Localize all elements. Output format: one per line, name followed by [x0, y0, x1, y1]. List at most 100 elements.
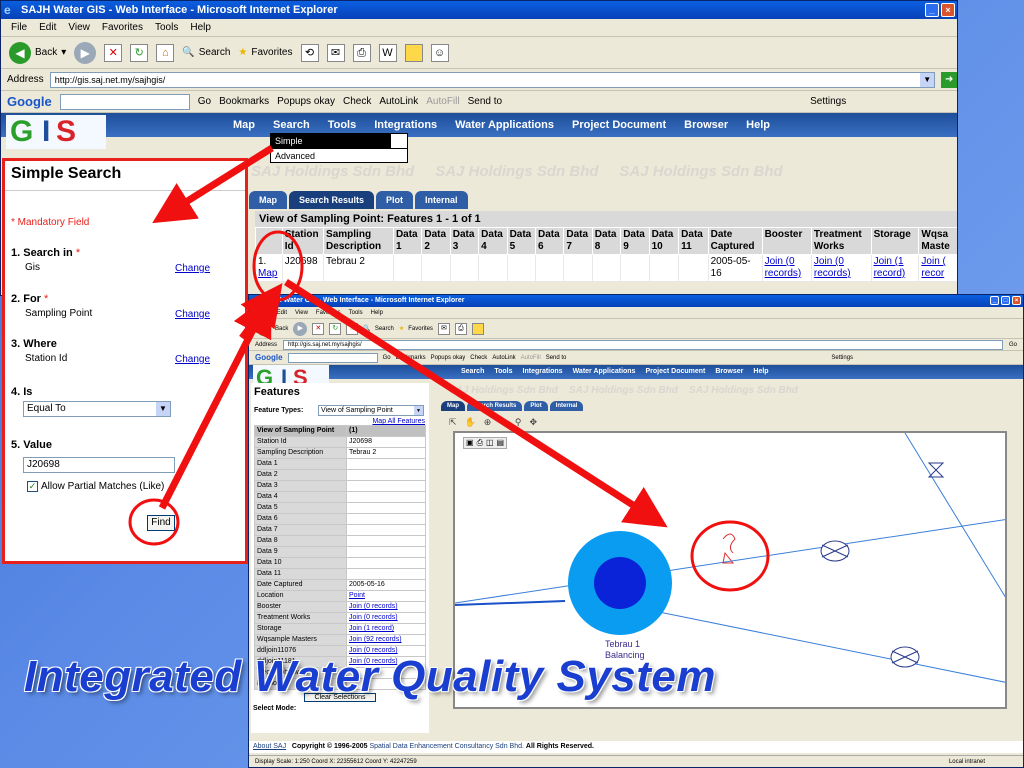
tab-search-results[interactable]: Search Results: [289, 191, 375, 209]
refresh-map-icon[interactable]: ⟳: [499, 417, 507, 428]
chevron-down-icon[interactable]: ▼: [920, 72, 935, 87]
app-menu-project-document[interactable]: Project Document: [572, 113, 666, 137]
change-where-link[interactable]: Change: [175, 354, 210, 365]
messenger-button[interactable]: ☺: [430, 43, 449, 62]
menu-edit[interactable]: Edit: [39, 19, 56, 36]
history-button[interactable]: ⟲: [300, 43, 319, 62]
app-menu-water-applications[interactable]: Water Applications: [455, 113, 554, 137]
forward-button[interactable]: ▶: [74, 41, 97, 64]
attribute-link[interactable]: Point: [346, 590, 426, 602]
sampling-point-icon[interactable]: [722, 533, 736, 564]
app-menu-help[interactable]: Help: [746, 113, 770, 137]
identify-tool-icon[interactable]: ⚲: [515, 417, 522, 428]
address-input[interactable]: http://gis.saj.net.my/sajhgis/: [283, 339, 1004, 350]
dropdown-simple[interactable]: Simple: [271, 134, 391, 148]
settings-button[interactable]: Settings: [810, 96, 846, 107]
menu-tools[interactable]: Tools: [349, 307, 363, 318]
tab-map[interactable]: Map: [441, 401, 465, 411]
attribute-link[interactable]: Join (92 records): [346, 634, 426, 646]
sendto-button[interactable]: Send to: [468, 96, 502, 107]
treatment-join-link[interactable]: Join (0 records): [814, 256, 851, 279]
menu-help[interactable]: Help: [371, 307, 383, 318]
wqsa-join-link[interactable]: Join ( recor: [921, 256, 945, 279]
back-button[interactable]: ◀ Back: [257, 321, 288, 336]
mail-button[interactable]: ✉: [326, 43, 345, 62]
favorites-button[interactable]: ★ Favorites: [238, 47, 292, 58]
find-button[interactable]: Find: [147, 515, 175, 531]
google-search-input[interactable]: [59, 93, 190, 110]
about-link[interactable]: About SAJ: [253, 743, 286, 750]
value-input[interactable]: J20698: [23, 457, 175, 473]
attribute-link[interactable]: Join (1 record): [346, 623, 426, 635]
menu-view[interactable]: View: [68, 19, 90, 36]
attribute-link[interactable]: Join (0 records): [346, 601, 426, 613]
change-for-link[interactable]: Change: [175, 309, 210, 320]
pan-tool-icon[interactable]: ⇱: [449, 417, 457, 428]
forward-button[interactable]: ▶: [293, 321, 308, 336]
bookmarks-button[interactable]: Bookmarks: [219, 96, 269, 107]
tab-internal[interactable]: Internal: [549, 401, 584, 411]
edit-button[interactable]: W: [378, 43, 397, 62]
google-go-button[interactable]: Go: [198, 96, 211, 107]
address-input[interactable]: http://gis.saj.net.my/sajhgis/▼: [49, 71, 936, 88]
autofill-button[interactable]: AutoFill: [521, 355, 541, 361]
change-search-in-link[interactable]: Change: [175, 263, 210, 274]
folder-button[interactable]: [404, 43, 423, 62]
sendto-button[interactable]: Send to: [546, 355, 567, 361]
minimize-button[interactable]: _: [925, 3, 939, 17]
booster-join-link[interactable]: Join (0 records): [765, 256, 802, 279]
app-menu-browser[interactable]: Browser: [684, 113, 728, 137]
dropdown-advanced[interactable]: Advanced: [271, 148, 407, 162]
menu-view[interactable]: View: [295, 307, 308, 318]
map-link[interactable]: Map: [258, 268, 277, 279]
favorites-button[interactable]: ★ Favorites: [399, 325, 433, 333]
storage-join-link[interactable]: Join (1 record): [874, 256, 906, 279]
operator-select[interactable]: Equal To ▼: [23, 401, 171, 417]
settings-button[interactable]: Settings: [831, 355, 853, 361]
autofill-button[interactable]: AutoFill: [426, 96, 459, 107]
check-button[interactable]: Check: [470, 355, 487, 361]
close-button[interactable]: ×: [1012, 296, 1021, 305]
home-button[interactable]: ⌂: [156, 43, 175, 62]
popups-button[interactable]: Popups okay: [277, 96, 335, 107]
menu-favorites[interactable]: Favorites: [316, 307, 341, 318]
autolink-button[interactable]: AutoLink: [492, 355, 515, 361]
home-button[interactable]: ⌂: [346, 322, 359, 335]
feature-types-select[interactable]: View of Sampling Point ▼: [318, 405, 424, 416]
folder-button[interactable]: [471, 322, 484, 335]
tab-plot[interactable]: Plot: [376, 191, 414, 209]
bookmarks-button[interactable]: Bookmarks: [396, 355, 426, 361]
search-button[interactable]: 🔍 Search: [182, 47, 230, 58]
print-button[interactable]: ⎙: [454, 322, 467, 335]
stop-button[interactable]: ✕: [104, 43, 123, 62]
app-menu-map[interactable]: Map: [233, 113, 255, 137]
zoom-tool-icon[interactable]: ⊕: [484, 417, 492, 428]
tab-internal[interactable]: Internal: [415, 191, 468, 209]
hand-tool-icon[interactable]: ✋: [465, 417, 476, 428]
google-search-input[interactable]: [287, 352, 378, 363]
maximize-button[interactable]: □: [1001, 296, 1010, 305]
map-all-features-link[interactable]: Map All Features: [372, 418, 425, 425]
print-button[interactable]: ⎙: [352, 43, 371, 62]
tab-map[interactable]: Map: [249, 191, 287, 209]
mail-button[interactable]: ✉: [437, 322, 450, 335]
refresh-button[interactable]: ↻: [130, 43, 149, 62]
back-button[interactable]: ◀ Back ▾: [9, 41, 66, 64]
stop-button[interactable]: ✕: [312, 322, 325, 335]
tab-plot[interactable]: Plot: [524, 401, 548, 411]
partial-match-checkbox[interactable]: ✓ Allow Partial Matches (Like): [27, 481, 164, 492]
menu-favorites[interactable]: Favorites: [102, 19, 143, 36]
popups-button[interactable]: Popups okay: [431, 355, 466, 361]
go-button[interactable]: ➜: [941, 71, 957, 88]
menu-help[interactable]: Help: [190, 19, 211, 36]
google-go-button[interactable]: Go: [383, 355, 391, 361]
autolink-button[interactable]: AutoLink: [379, 96, 418, 107]
menu-tools[interactable]: Tools: [155, 19, 178, 36]
check-button[interactable]: Check: [343, 96, 371, 107]
minimize-button[interactable]: _: [990, 296, 999, 305]
move-tool-icon[interactable]: ✥: [529, 417, 537, 428]
menu-edit[interactable]: Edit: [277, 307, 287, 318]
tab-search-results[interactable]: Search Results: [467, 401, 523, 411]
go-button[interactable]: Go: [1009, 342, 1017, 348]
menu-file[interactable]: File: [11, 19, 27, 36]
